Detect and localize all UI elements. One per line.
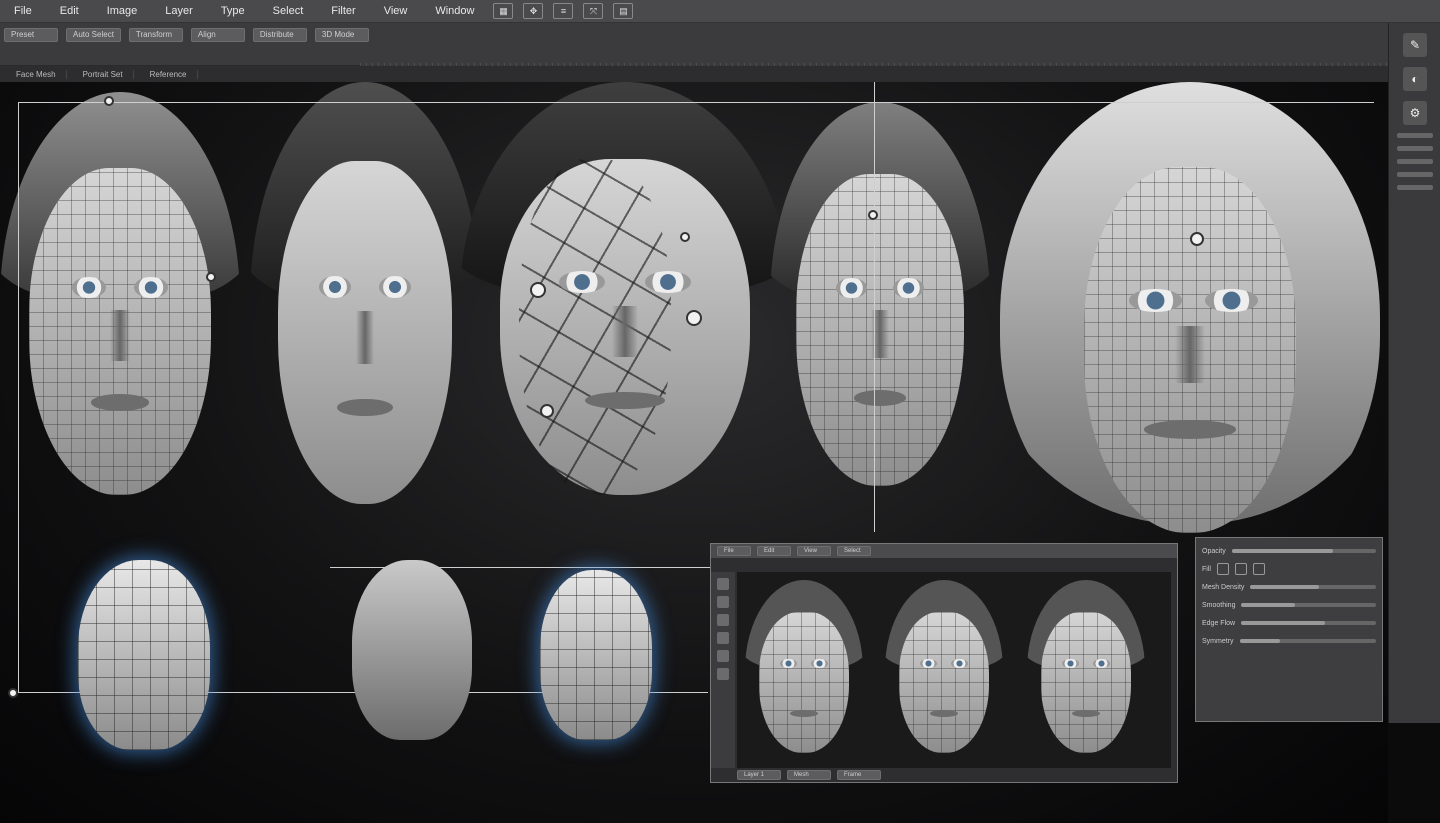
brush-icon[interactable]: ✎ [1403,33,1427,57]
preview-face-2 [885,580,1003,760]
panel-slider[interactable] [1397,185,1433,190]
portrait-woman-left [0,92,240,512]
settings-icon[interactable]: ⚙ [1403,101,1427,125]
property-label: Fill [1202,565,1211,573]
property-label: Opacity [1202,547,1226,555]
property-row: Smoothing [1202,600,1376,610]
property-label: Mesh Density [1202,583,1245,591]
menu-window[interactable]: Window [421,5,488,17]
panel-slider[interactable] [1397,172,1433,177]
property-row: Mesh Density [1202,582,1376,592]
mesh-node[interactable] [540,404,554,418]
menu-bar: File Edit Image Layer Type Select Filter… [0,0,1440,23]
bust-male-right [540,570,652,740]
preview-footer: Layer 1 Mesh Frame [737,770,881,780]
tab-portrait-set[interactable]: Portrait Set [73,69,134,79]
tab-face-mesh[interactable]: Face Mesh [6,69,67,79]
portrait-man-mesh [460,82,790,512]
checkbox[interactable] [1216,563,1229,575]
opacity-slider[interactable] [1231,549,1376,553]
properties-panel: Opacity Fill Mesh Density Smoothing Edge… [1195,537,1383,722]
menu-view[interactable]: View [370,5,422,17]
grid-icon[interactable]: ▦ [493,3,514,19]
preview-menu-view[interactable]: View [797,546,831,556]
panel-slider[interactable] [1397,146,1433,151]
bust-female [352,560,472,740]
tab-reference[interactable]: Reference [140,69,198,79]
menu-file[interactable]: File [0,5,46,17]
main-canvas[interactable] [0,82,1388,823]
tool-icon[interactable] [717,578,729,590]
menu-edit[interactable]: Edit [46,5,93,17]
smoothing-slider[interactable] [1241,603,1376,607]
property-row: Symmetry [1202,636,1376,646]
property-row: Fill [1202,563,1376,575]
checkbox[interactable] [1234,563,1247,575]
checkbox[interactable] [1252,563,1265,575]
option-align[interactable]: Align [190,28,245,42]
tool-icon[interactable] [717,596,729,608]
edge-flow-slider[interactable] [1241,621,1376,625]
sculpt-icon[interactable]: ◐ [1403,67,1427,91]
preview-window: File Edit View Select Layer 1 Mesh Frame [710,543,1178,783]
option-3d-mode[interactable]: 3D Mode [314,28,369,42]
property-label: Symmetry [1202,637,1234,645]
options-row: Preset Auto Select Transform Align Distr… [4,27,369,43]
panel-slider[interactable] [1397,133,1433,138]
option-auto-select[interactable]: Auto Select [66,28,121,42]
option-preset[interactable]: Preset [4,28,58,42]
document-tabs: Face Mesh Portrait Set Reference [0,66,1388,82]
preview-face-1 [745,580,863,760]
option-distribute[interactable]: Distribute [252,28,307,42]
property-row: Edge Flow [1202,618,1376,628]
panel-slider[interactable] [1397,159,1433,164]
property-label: Smoothing [1202,601,1236,609]
preview-stage[interactable] [737,572,1171,768]
layers-icon[interactable]: ▤ [613,3,634,19]
portrait-woman-right [1000,82,1380,552]
mesh-node[interactable] [206,272,216,282]
preview-menu-file[interactable]: File [717,546,751,556]
preview-face-3 [1027,580,1145,760]
menu-select[interactable]: Select [259,5,318,17]
guide-line [18,102,1374,103]
mesh-density-slider[interactable] [1250,585,1376,589]
menu-type[interactable]: Type [207,5,259,17]
transform-icon[interactable]: ⤧ [583,3,604,19]
options-bar: Preset Auto Select Transform Align Distr… [0,23,1388,79]
mesh-node[interactable] [868,210,878,220]
preview-menu-select[interactable]: Select [837,546,871,556]
portrait-man-center-left [250,82,480,522]
right-tool-panel: ✎ ◐ ⚙ [1388,23,1440,723]
footer-layer[interactable]: Layer 1 [737,770,781,780]
guide-line [874,82,875,532]
footer-mesh[interactable]: Mesh [787,770,831,780]
preview-window-header: File Edit View Select [711,544,1177,558]
move-icon[interactable]: ✥ [523,3,544,19]
property-label: Edge Flow [1202,619,1236,627]
tool-icon[interactable] [717,614,729,626]
menu-image[interactable]: Image [93,5,152,17]
mesh-node[interactable] [8,688,18,698]
mesh-node[interactable] [686,310,702,326]
property-row: Opacity [1202,546,1376,556]
tool-icon[interactable] [717,632,729,644]
preview-tools [711,572,735,768]
menu-filter[interactable]: Filter [317,5,369,17]
mesh-node[interactable] [104,96,114,106]
tool-icon[interactable] [717,668,729,680]
bust-male-wireframe [78,560,210,750]
align-icon[interactable]: ≡ [553,3,574,19]
portrait-woman-center-right [770,102,990,502]
tool-icon[interactable] [717,650,729,662]
mesh-node[interactable] [530,282,546,298]
option-transform[interactable]: Transform [128,28,183,42]
guide-line [18,102,19,692]
footer-frame[interactable]: Frame [837,770,881,780]
mesh-node[interactable] [680,232,690,242]
symmetry-slider[interactable] [1239,639,1376,643]
menu-layer[interactable]: Layer [151,5,207,17]
preview-menu-edit[interactable]: Edit [757,546,791,556]
mesh-node[interactable] [1190,232,1204,246]
